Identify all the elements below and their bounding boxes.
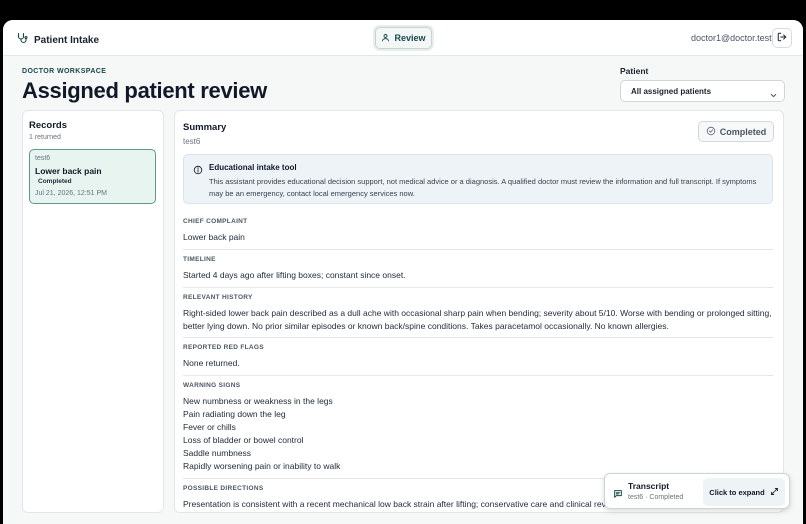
page-title: Assigned patient review: [22, 78, 267, 103]
chevron-down-icon: [769, 87, 778, 105]
status-label: Completed: [719, 126, 767, 137]
expand-icon: [770, 483, 779, 501]
timeline-text: Started 4 days ago after lifting boxes; …: [183, 270, 406, 280]
notice-title: Educational intake tool: [209, 163, 297, 172]
nav-review-label: Review: [394, 33, 426, 43]
record-title: Lower back pain: [35, 166, 102, 176]
patient-select[interactable]: All assigned patients: [620, 80, 785, 102]
timeline-label: TIMELINE: [183, 256, 216, 263]
red-flags-label: REPORTED RED FLAGS: [183, 344, 264, 351]
list-item: Fever or chills: [183, 422, 236, 432]
transcript-dock[interactable]: Transcript test6 · Completed Click to ex…: [604, 473, 790, 509]
disclaimer-notice: Educational intake tool This assistant p…: [183, 154, 773, 204]
summary-subtitle: test6: [183, 137, 201, 146]
list-item: Pain radiating down the leg: [183, 409, 286, 419]
relevant-history-text: Right-sided lower back pain described as…: [183, 308, 772, 331]
summary-title: Summary: [183, 122, 227, 133]
records-count: 1 returned: [29, 134, 61, 141]
record-date: Jul 21, 2026, 12:51 PM: [35, 190, 107, 197]
transcript-subtitle: test6 · Completed: [628, 494, 684, 501]
timeline-section: TIMELINE Started 4 days ago after liftin…: [183, 256, 773, 282]
logout-icon: [777, 29, 787, 47]
stethoscope-icon: [16, 31, 28, 49]
list-item: Saddle numbness: [183, 448, 252, 458]
chief-complaint-section: CHIEF COMPLAINT Lower back pain: [183, 218, 773, 244]
info-icon: [193, 162, 203, 180]
records-title: Records: [29, 120, 68, 131]
chief-complaint-label: CHIEF COMPLAINT: [183, 218, 248, 225]
app-window: Patient Intake Review doctor1@doctor.tes…: [3, 20, 803, 524]
expand-transcript-button[interactable]: Click to expand: [703, 478, 785, 506]
record-id: test6: [35, 155, 51, 162]
record-card[interactable]: test6 Lower back pain Completed Jul 21, …: [29, 149, 156, 204]
divider: [183, 337, 773, 338]
relevant-history-section: RELEVANT HISTORY Right-sided lower back …: [183, 294, 773, 333]
records-panel: Records 1 returned test6 Lower back pain…: [22, 110, 164, 513]
relevant-history-label: RELEVANT HISTORY: [183, 294, 253, 301]
patient-filter-label: Patient: [620, 66, 649, 76]
transcript-title: Transcript: [628, 481, 670, 491]
notice-body: This assistant provides educational deci…: [209, 177, 757, 198]
divider: [183, 249, 773, 250]
status-badge: Completed: [698, 121, 774, 142]
warning-signs-list: New numbness or weakness in the legs Pai…: [183, 395, 773, 473]
red-flags-text: None returned.: [183, 358, 240, 368]
app-name: Patient Intake: [34, 34, 100, 46]
workspace-eyebrow: DOCTOR WORKSPACE: [22, 68, 107, 75]
red-flags-section: REPORTED RED FLAGS None returned.: [183, 344, 773, 370]
top-bar: Patient Intake Review doctor1@doctor.tes…: [3, 20, 803, 56]
user-email: doctor1@doctor.test: [691, 33, 772, 43]
list-item: Loss of bladder or bowel control: [183, 435, 304, 445]
divider: [183, 287, 773, 288]
list-item: Rapidly worsening pain or inability to w…: [183, 461, 341, 471]
check-circle-icon: [706, 123, 716, 141]
logout-button[interactable]: [772, 28, 792, 48]
expand-label: Click to expand: [709, 487, 765, 497]
brand[interactable]: Patient Intake: [16, 31, 99, 49]
chat-icon: [613, 486, 623, 504]
nav-review-button[interactable]: Review: [375, 27, 432, 49]
warning-signs-label: WARNING SIGNS: [183, 382, 241, 389]
user-icon: [381, 29, 390, 47]
patient-select-value: All assigned patients: [631, 87, 712, 96]
summary-panel: Summary test6 Completed Educational inta…: [174, 110, 784, 513]
list-item: New numbness or weakness in the legs: [183, 396, 333, 406]
warning-signs-section: WARNING SIGNS New numbness or weakness i…: [183, 382, 773, 473]
divider: [183, 375, 773, 376]
record-status: Completed: [38, 178, 72, 185]
chief-complaint-text: Lower back pain: [183, 232, 245, 242]
